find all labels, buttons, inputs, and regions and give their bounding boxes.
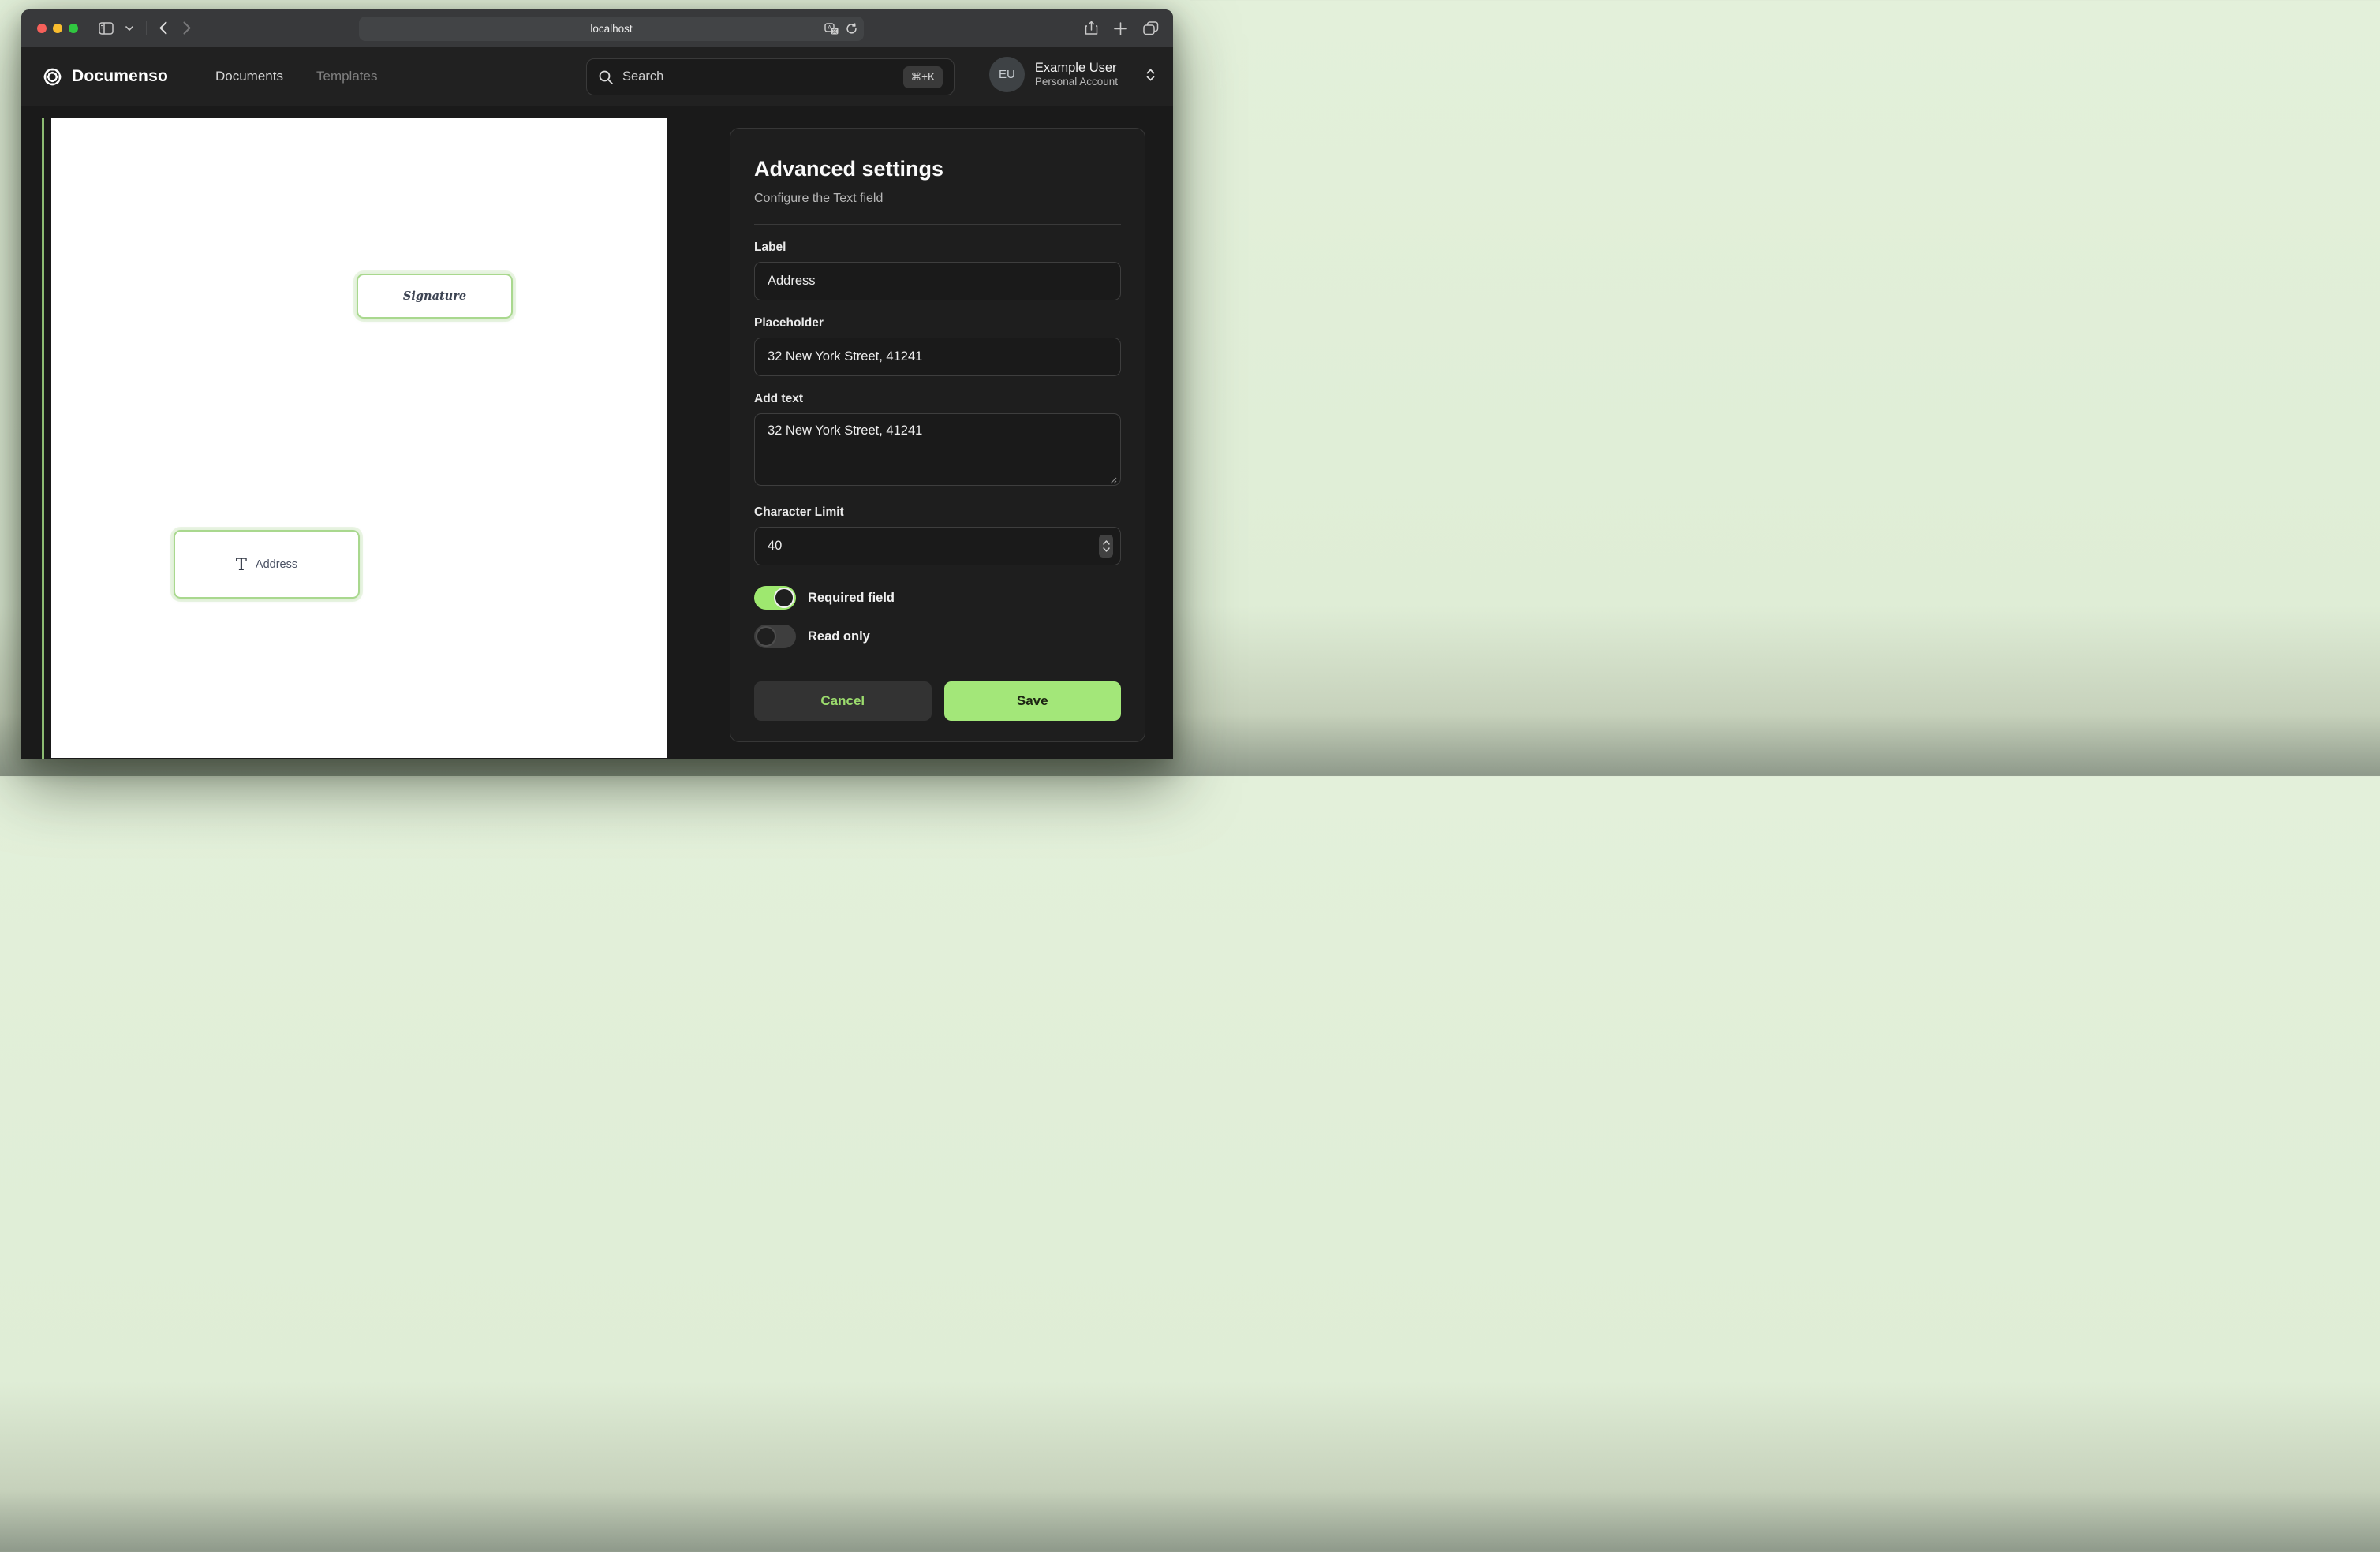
stepper-up-icon <box>1103 540 1110 545</box>
search-placeholder: Search <box>622 69 663 84</box>
main-content: Signature T Address Advanced settings Co… <box>21 107 1173 759</box>
brand-name: Documenso <box>72 67 168 86</box>
user-name: Example User <box>1035 60 1118 76</box>
toggle-knob <box>774 588 794 608</box>
address-text-field[interactable]: T Address <box>174 530 360 599</box>
label-input[interactable] <box>754 262 1121 300</box>
advanced-settings-panel: Advanced settings Configure the Text fie… <box>730 128 1145 742</box>
svg-text:文: 文 <box>832 27 838 34</box>
new-tab-icon[interactable] <box>1114 22 1127 35</box>
back-icon[interactable] <box>153 18 174 39</box>
panel-subtitle: Configure the Text field <box>754 192 1121 206</box>
user-account-type: Personal Account <box>1035 76 1118 89</box>
cancel-button[interactable]: Cancel <box>754 681 932 721</box>
label-field-label: Label <box>754 241 1121 255</box>
green-rail <box>42 118 44 759</box>
zoom-button[interactable] <box>69 24 78 33</box>
address-bar-url: localhost <box>590 23 632 35</box>
character-limit-field-label: Character Limit <box>754 506 1121 520</box>
text-field-icon: T <box>236 555 247 574</box>
placeholder-input[interactable] <box>754 338 1121 376</box>
sidebar-icon[interactable] <box>95 18 116 39</box>
read-only-label: Read only <box>808 629 870 644</box>
save-button[interactable]: Save <box>944 681 1122 721</box>
search-shortcut-badge: ⌘+K <box>903 66 943 88</box>
forward-icon[interactable] <box>177 18 197 39</box>
address-bar[interactable]: localhost A文 <box>359 17 864 41</box>
tab-overview-icon[interactable] <box>1143 21 1159 35</box>
number-stepper[interactable] <box>1099 535 1113 558</box>
required-field-label: Required field <box>808 591 895 606</box>
chevron-up-down-icon <box>1145 68 1156 82</box>
translate-icon[interactable]: A文 <box>824 23 839 35</box>
search-icon <box>598 69 614 85</box>
divider <box>754 224 1121 225</box>
search-input[interactable]: Search ⌘+K <box>586 58 955 95</box>
panel-title: Advanced settings <box>754 157 1121 181</box>
stepper-down-icon <box>1103 547 1110 552</box>
nav-link-templates[interactable]: Templates <box>316 69 377 84</box>
minimize-button[interactable] <box>53 24 62 33</box>
address-field-label: Address <box>256 558 297 571</box>
add-text-field-label: Add text <box>754 392 1121 406</box>
close-button[interactable] <box>37 24 47 33</box>
add-text-textarea[interactable]: 32 New York Street, 41241 <box>754 413 1121 486</box>
avatar: EU <box>989 57 1025 92</box>
app-navbar: Documenso Documents Templates Search ⌘+K… <box>21 47 1173 106</box>
chrome-separator <box>146 21 147 35</box>
toggle-knob <box>756 626 776 647</box>
traffic-lights <box>37 24 78 33</box>
document-page: Signature T Address <box>51 118 667 758</box>
share-icon[interactable] <box>1085 21 1098 36</box>
browser-window: localhost A文 <box>21 9 1173 759</box>
nav-link-documents[interactable]: Documents <box>215 69 283 84</box>
signature-field-label: Signature <box>403 289 466 303</box>
required-field-toggle[interactable] <box>754 586 796 610</box>
placeholder-field-label: Placeholder <box>754 316 1121 330</box>
browser-chrome: localhost A文 <box>21 9 1173 47</box>
chevron-down-icon[interactable] <box>119 18 140 39</box>
character-limit-input[interactable] <box>754 527 1121 565</box>
signature-field[interactable]: Signature <box>357 274 513 319</box>
brand[interactable]: Documenso <box>42 66 168 88</box>
reload-icon[interactable] <box>846 23 857 35</box>
user-menu[interactable]: EU Example User Personal Account <box>989 57 1156 92</box>
documenso-logo-icon <box>42 66 63 88</box>
read-only-toggle[interactable] <box>754 625 796 648</box>
